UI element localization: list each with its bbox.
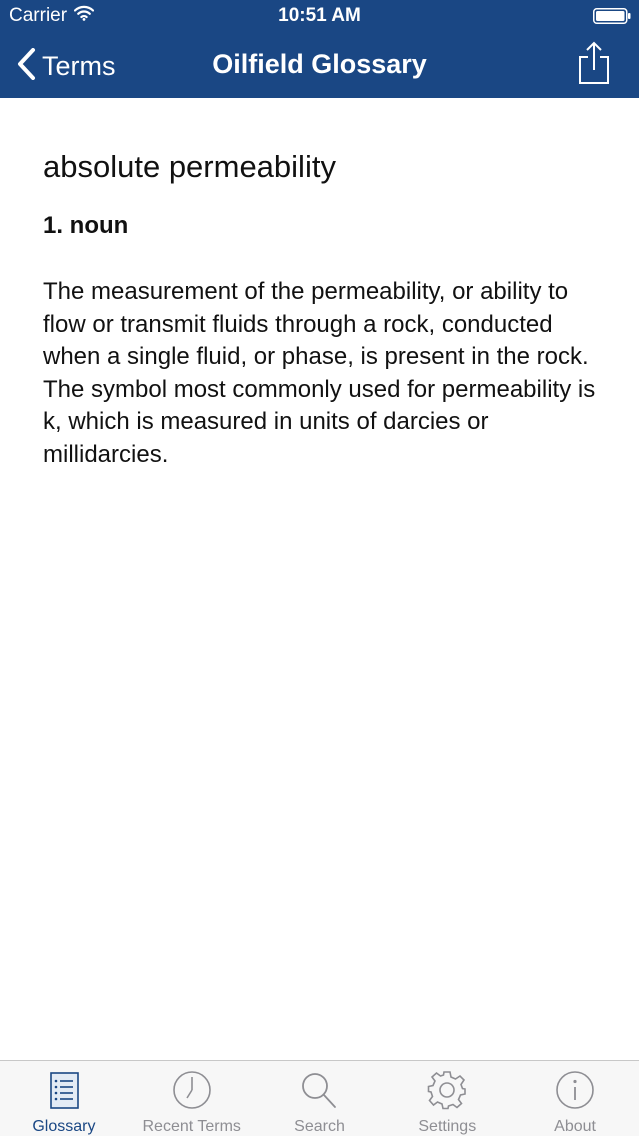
gear-icon (426, 1070, 468, 1112)
tab-search[interactable]: Search (256, 1061, 384, 1136)
term-title: absolute permeability (43, 149, 336, 184)
tab-settings[interactable]: Settings (383, 1061, 511, 1136)
info-icon (554, 1070, 596, 1112)
search-icon (298, 1070, 340, 1112)
status-bar: Carrier 10:51 AM (0, 0, 639, 32)
tab-recent-terms[interactable]: Recent Terms (128, 1061, 256, 1136)
header: Carrier 10:51 AM Terms Oilfield Glossary (0, 0, 639, 98)
tab-glossary[interactable]: Glossary (0, 1061, 128, 1136)
tab-bar: Glossary Recent Terms Search Settings Ab… (0, 1060, 639, 1136)
definition-text: The measurement of the permeability, or … (43, 278, 596, 468)
tab-label: Recent Terms (142, 1118, 241, 1135)
share-icon (577, 41, 611, 90)
screen: Carrier 10:51 AM Terms Oilfield Glossary… (0, 0, 639, 1136)
navigation-bar: Terms Oilfield Glossary (0, 32, 639, 98)
tab-label: Settings (418, 1118, 477, 1135)
list-icon (43, 1070, 85, 1112)
clock-icon (171, 1070, 213, 1112)
page-title: Oilfield Glossary (212, 49, 427, 79)
tab-label: Glossary (32, 1118, 96, 1135)
share-button[interactable] (577, 40, 611, 86)
tab-about[interactable]: About (511, 1061, 639, 1136)
part-of-speech-label: 1. noun (43, 212, 129, 239)
battery-icon (593, 8, 631, 24)
status-time: 10:51 AM (278, 5, 361, 26)
tab-label: About (554, 1118, 596, 1135)
glossary-entry: absolute permeability 1. noun The measur… (43, 150, 603, 471)
tab-label: Search (294, 1118, 345, 1135)
